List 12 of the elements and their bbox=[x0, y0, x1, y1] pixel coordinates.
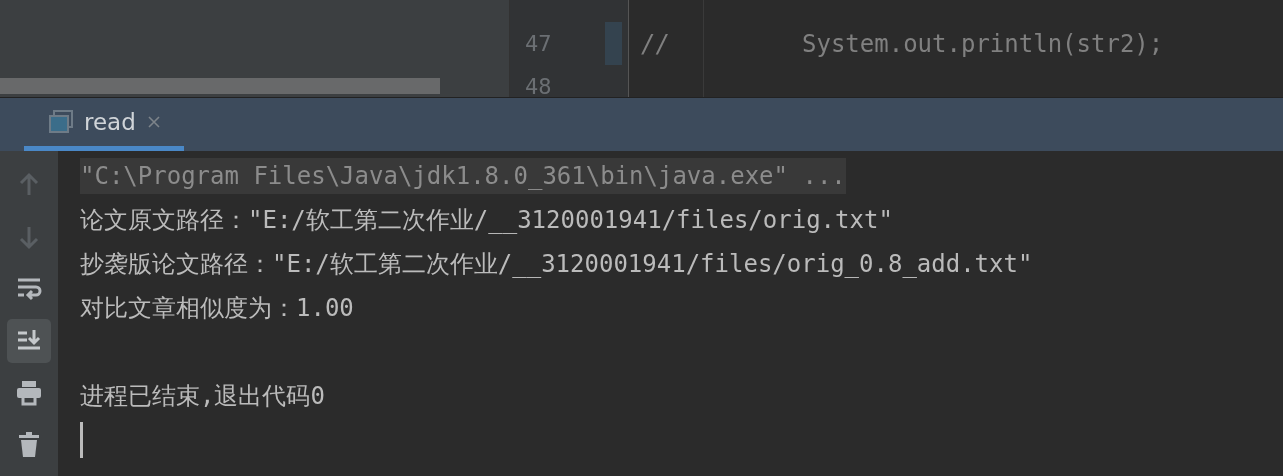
text-cursor bbox=[80, 422, 83, 458]
code-line: System.out.println(str2); bbox=[802, 29, 1164, 58]
scrollbar-thumb[interactable] bbox=[0, 78, 440, 94]
scroll-end-icon[interactable] bbox=[7, 319, 51, 363]
console-line: 抄袭版论文路径："E:/软工第二次作业/__3120001941/files/orig_0.8_add.txt" bbox=[80, 249, 1033, 280]
console-line: 论文原文路径："E:/软工第二次作业/__3120001941/files/orig.txt" bbox=[80, 205, 893, 236]
window-icon bbox=[48, 109, 74, 135]
comment-mark: // bbox=[641, 29, 670, 58]
console-line: 对比文章相似度为：1.00 bbox=[80, 293, 354, 324]
line-number: 47 bbox=[525, 31, 553, 56]
console-line: 进程已结束,退出代码0 bbox=[80, 381, 325, 412]
line-number: 48 bbox=[525, 74, 553, 97]
